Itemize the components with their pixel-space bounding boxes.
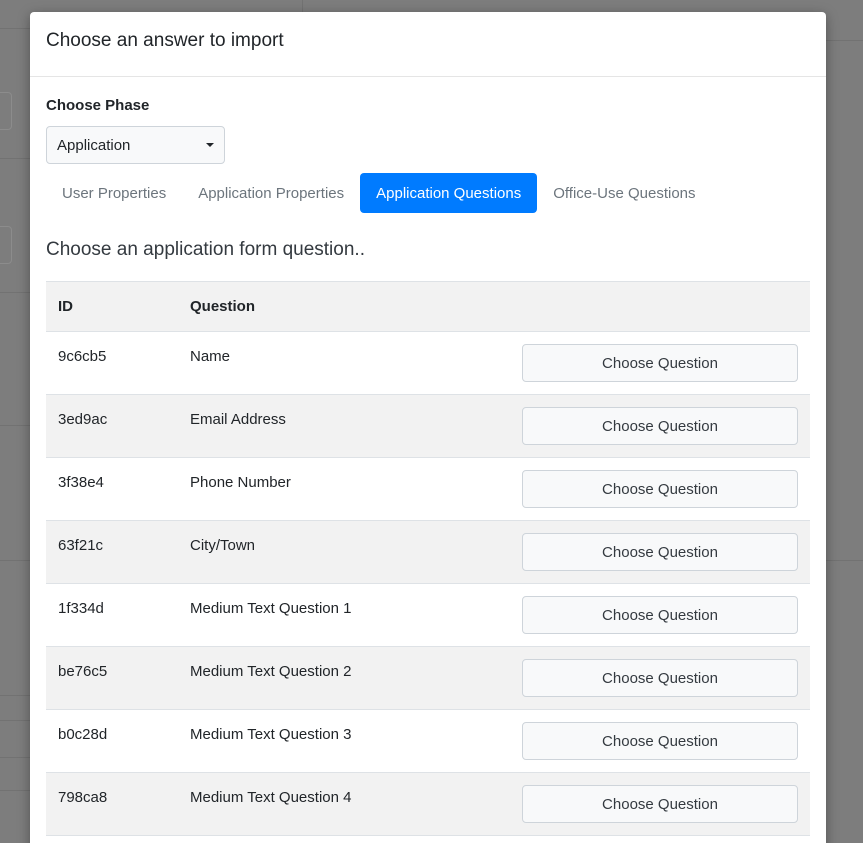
backdrop-divider: [0, 757, 30, 758]
row-id: 63f21c: [58, 537, 104, 554]
tab-application-questions[interactable]: Application Questions: [360, 173, 538, 213]
modal-body: Choose Phase Application User Properties…: [30, 77, 826, 836]
caret-down-icon: [206, 143, 214, 147]
row-action: Choose Question: [419, 584, 810, 647]
choose-question-button[interactable]: Choose Question: [522, 722, 798, 760]
tab-user-properties[interactable]: User Properties: [46, 173, 182, 213]
question-prompt: Choose an application form question..: [46, 239, 365, 260]
phase-select-value: Application: [57, 136, 131, 154]
modal-header: Choose an answer to import: [30, 12, 826, 77]
table-row: 798ca8 Medium Text Question 4 Choose Que…: [46, 772, 810, 836]
column-header-question: Question: [190, 298, 256, 315]
table-row: 1f334d Medium Text Question 1 Choose Que…: [46, 583, 810, 647]
row-id: 1f334d: [58, 600, 104, 617]
column-header-id: ID: [58, 298, 73, 315]
backdrop-divider: [302, 0, 303, 12]
row-id: 3f38e4: [58, 474, 104, 491]
choose-question-button[interactable]: Choose Question: [522, 470, 798, 508]
backdrop-divider: [0, 560, 30, 561]
row-action: Choose Question: [419, 332, 810, 395]
modal-title: Choose an answer to import: [46, 30, 284, 51]
row-question: Medium Text Question 2: [190, 663, 352, 680]
property-tabs: User Properties Application Properties A…: [46, 173, 810, 213]
choose-question-button[interactable]: Choose Question: [522, 785, 798, 823]
row-question: Email Address: [190, 411, 286, 428]
row-question: Medium Text Question 3: [190, 726, 352, 743]
table-row: be76c5 Medium Text Question 2 Choose Que…: [46, 646, 810, 710]
column-header-action: [419, 282, 810, 332]
choose-question-button[interactable]: Choose Question: [522, 659, 798, 697]
backdrop-divider: [0, 158, 30, 159]
backdrop-divider: [0, 790, 30, 791]
choose-question-button[interactable]: Choose Question: [522, 533, 798, 571]
questions-table: ID Question 9c6cb5 Name Choose Question …: [46, 281, 810, 836]
row-action: Choose Question: [419, 458, 810, 521]
table-header-row: ID Question: [46, 281, 810, 332]
backdrop-divider: [0, 292, 30, 293]
row-id: be76c5: [58, 663, 108, 680]
row-question: Phone Number: [190, 474, 291, 491]
choose-question-button[interactable]: Choose Question: [522, 344, 798, 382]
backdrop-field: [0, 92, 12, 130]
row-action: Choose Question: [419, 521, 810, 584]
table-row: 63f21c City/Town Choose Question: [46, 520, 810, 584]
row-action: Choose Question: [419, 647, 810, 710]
row-question: Name: [190, 348, 231, 365]
row-action: Choose Question: [419, 773, 810, 836]
row-id: b0c28d: [58, 726, 108, 743]
row-action: Choose Question: [419, 395, 810, 458]
table-row: 3f38e4 Phone Number Choose Question: [46, 457, 810, 521]
row-question: City/Town: [190, 537, 256, 554]
table-row: b0c28d Medium Text Question 3 Choose Que…: [46, 709, 810, 773]
backdrop-divider: [826, 40, 863, 41]
table-row: 9c6cb5 Name Choose Question: [46, 331, 810, 395]
row-action: Choose Question: [419, 710, 810, 773]
row-id: 3ed9ac: [58, 411, 108, 428]
backdrop-divider: [0, 720, 30, 721]
backdrop-field: [0, 226, 12, 264]
row-question: Medium Text Question 1: [190, 600, 352, 617]
choose-question-button[interactable]: Choose Question: [522, 596, 798, 634]
backdrop-divider: [0, 28, 30, 29]
table-row: 3ed9ac Email Address Choose Question: [46, 394, 810, 458]
tab-office-use-questions[interactable]: Office-Use Questions: [537, 173, 711, 213]
tab-application-properties[interactable]: Application Properties: [182, 173, 360, 213]
backdrop-divider: [0, 695, 30, 696]
row-id: 9c6cb5: [58, 348, 107, 365]
import-answer-modal: Choose an answer to import Choose Phase …: [30, 12, 826, 843]
backdrop-divider: [826, 560, 863, 561]
phase-label: Choose Phase: [46, 97, 150, 114]
choose-question-button[interactable]: Choose Question: [522, 407, 798, 445]
row-question: Medium Text Question 4: [190, 789, 352, 806]
phase-select[interactable]: Application: [46, 126, 225, 164]
row-id: 798ca8: [58, 789, 108, 806]
backdrop-divider: [0, 425, 30, 426]
